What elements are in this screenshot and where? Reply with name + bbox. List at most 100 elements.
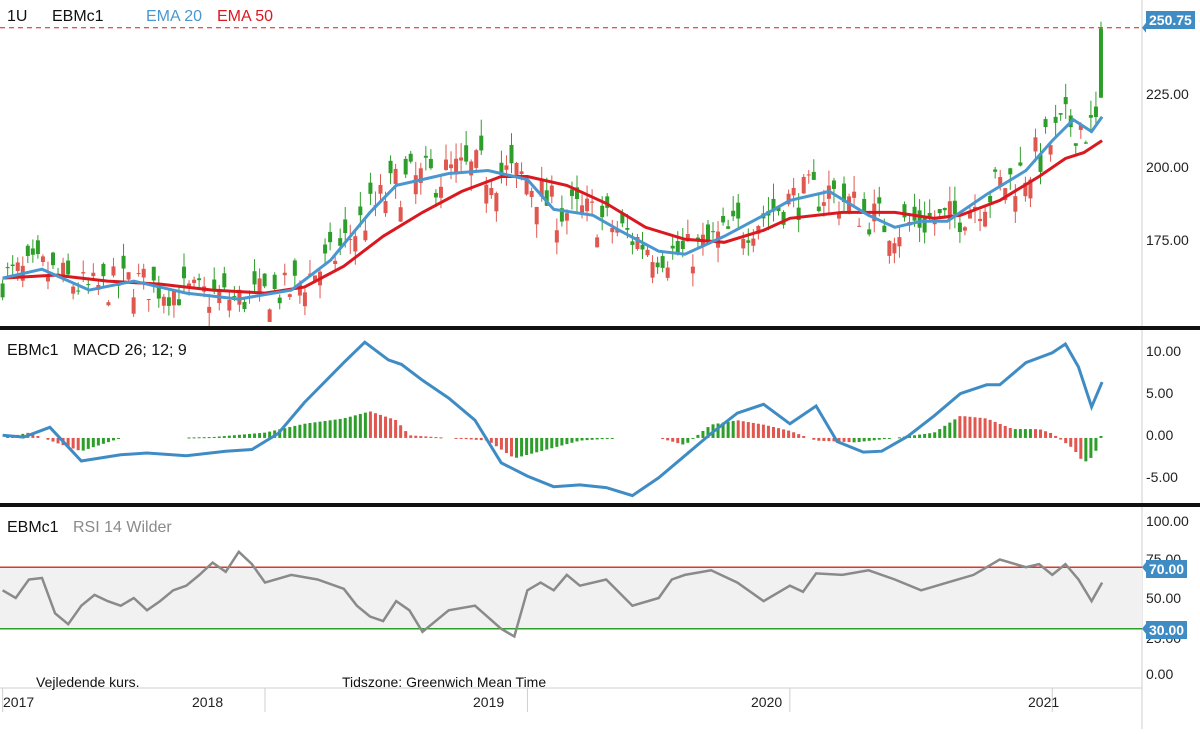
candle-body [736, 202, 741, 219]
macd-histogram-bar [595, 437, 599, 440]
candle-body [564, 213, 569, 221]
interval-label[interactable]: 1U [7, 8, 27, 26]
candle-body [942, 207, 947, 211]
candle-body [726, 226, 731, 229]
candle-body [1008, 168, 1013, 175]
macd-histogram-bar [363, 412, 367, 438]
macd-histogram-bar [535, 437, 539, 453]
candle-body [484, 184, 489, 204]
candle-body [262, 273, 267, 287]
macd-histogram-bar [46, 437, 50, 440]
candle-body [680, 240, 685, 249]
macd-indicator-label[interactable]: MACD 26; 12; 9 [73, 342, 187, 360]
macd-histogram-bar [565, 437, 569, 445]
candle-body [806, 174, 811, 176]
ema50-legend[interactable]: EMA 50 [217, 8, 273, 26]
candle-body [192, 279, 197, 283]
candle-body [983, 211, 988, 227]
macd-histogram-bar [867, 437, 871, 441]
macd-tick-label: -5.00 [1146, 469, 1178, 485]
candle-body [136, 273, 141, 275]
macd-histogram-bar [913, 435, 917, 438]
macd-histogram-bar [701, 431, 705, 438]
macd-tick-label: 0.00 [1146, 427, 1174, 443]
price-tick-label: 225.00 [1146, 86, 1189, 102]
macd-histogram-bar [751, 422, 755, 438]
candle-body [801, 176, 806, 194]
candle-body [459, 157, 464, 161]
macd-histogram-bar [106, 437, 110, 443]
candle-body [887, 240, 892, 256]
x-tick-label: 2018 [192, 694, 224, 710]
macd-histogram-bar [227, 435, 231, 438]
candle-body [534, 206, 539, 225]
macd-histogram-bar [998, 423, 1002, 438]
candle-body [403, 158, 408, 175]
macd-histogram-bar [550, 437, 554, 449]
candle-body [1058, 113, 1063, 115]
macd-histogram-bar [111, 437, 115, 441]
candle-body [187, 283, 192, 287]
candle-body [343, 219, 348, 234]
candle-body [121, 255, 126, 269]
macd-histogram-bar [736, 420, 740, 438]
candle-body [207, 306, 212, 313]
macd-histogram-bar [610, 437, 614, 439]
macd-histogram-bar [1064, 437, 1068, 444]
macd-histogram-bar [494, 437, 498, 447]
candle-body [267, 309, 272, 322]
macd-histogram-bar [202, 437, 206, 439]
macd-histogram-bar [726, 421, 730, 438]
candle-body [892, 243, 897, 254]
macd-histogram-bar [525, 437, 529, 456]
timezone-note: Tidszone: Greenwich Mean Time [342, 674, 547, 690]
macd-histogram-bar [802, 436, 806, 438]
x-tick-label: 2017 [3, 694, 35, 710]
candle-body [549, 185, 554, 197]
candle-body [816, 206, 821, 212]
candle-body [852, 191, 857, 198]
macd-histogram-bar [298, 424, 302, 438]
macd-histogram-bar [504, 437, 508, 454]
candle-body [952, 200, 957, 215]
macd-histogram-bar [953, 419, 957, 438]
candle-body [182, 266, 187, 279]
candle-body [1088, 115, 1093, 118]
macd-histogram-bar [1023, 429, 1027, 438]
macd-histogram-bar [378, 414, 382, 438]
macd-histogram-bar [741, 421, 745, 438]
rsi-indicator-label[interactable]: RSI 14 Wilder [73, 519, 172, 537]
macd-histogram-bar [474, 437, 478, 440]
macd-histogram-bar [1099, 436, 1103, 438]
candle-body [665, 267, 670, 278]
candle-body [378, 185, 383, 194]
macd-histogram-bar [258, 433, 262, 438]
candle-body [690, 266, 695, 274]
macd-histogram-bar [81, 437, 85, 451]
macd-histogram-bar [1089, 437, 1093, 458]
candle-body [428, 158, 433, 169]
rsi-tick-label: 100.00 [1146, 513, 1189, 529]
ema20-legend[interactable]: EMA 20 [146, 8, 202, 26]
macd-histogram-bar [520, 437, 524, 457]
macd-histogram-bar [1039, 429, 1043, 438]
macd-histogram-bar [76, 437, 80, 451]
candle-body [640, 244, 645, 250]
macd-histogram-bar [333, 419, 337, 438]
candle-body [66, 260, 71, 275]
macd-histogram-bar [399, 425, 403, 438]
candle-body [30, 248, 35, 255]
candle-body [1093, 106, 1098, 118]
macd-histogram-bar [207, 437, 211, 439]
macd-histogram-bar [283, 428, 287, 438]
macd-histogram-bar [343, 418, 347, 438]
macd-histogram-bar [1079, 437, 1083, 459]
macd-histogram-bar [792, 432, 796, 438]
candle-body [917, 210, 922, 228]
macd-histogram-bar [817, 437, 821, 441]
macd-histogram-bar [1003, 425, 1007, 438]
macd-histogram-bar [938, 429, 942, 438]
candle-body [711, 231, 716, 233]
candle-body [141, 268, 146, 278]
candle-body [474, 150, 479, 168]
